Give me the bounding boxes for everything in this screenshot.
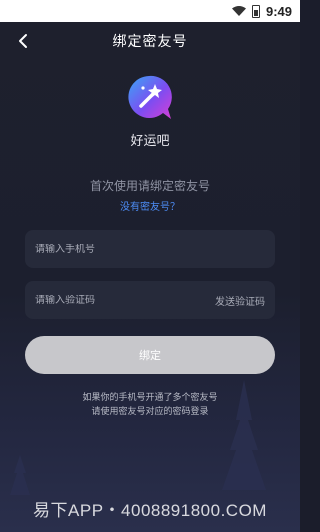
battery-icon	[251, 4, 260, 18]
tree-decoration-small	[10, 455, 30, 495]
wifi-icon	[231, 6, 246, 16]
send-code-button[interactable]: 发送验证码	[215, 293, 265, 308]
magic-wand-bubble-icon	[128, 75, 172, 119]
no-account-link[interactable]: 没有密友号？	[0, 198, 300, 213]
bind-hint-text: 首次使用请绑定密友号	[89, 179, 210, 193]
phone-field[interactable]	[25, 230, 275, 268]
nav-bar: 绑定密友号	[0, 22, 300, 60]
chevron-left-icon[interactable]	[14, 31, 34, 51]
status-bar: 9:49	[0, 0, 300, 22]
verification-code-input[interactable]	[35, 294, 215, 306]
code-field[interactable]: 发送验证码	[25, 281, 275, 319]
app-name: 好运吧	[130, 134, 170, 149]
page-title: 绑定密友号	[112, 34, 188, 50]
note-text-line1: 如果你的手机号开通了多个密友号	[82, 393, 218, 403]
watermark: 易下APP・4008891800.COM	[33, 501, 267, 520]
note-text-line2: 请使用密友号对应的密码登录	[91, 407, 209, 417]
bind-button[interactable]: 绑定	[25, 336, 275, 374]
status-time: 9:49	[265, 3, 292, 19]
phone-input[interactable]	[35, 243, 265, 255]
